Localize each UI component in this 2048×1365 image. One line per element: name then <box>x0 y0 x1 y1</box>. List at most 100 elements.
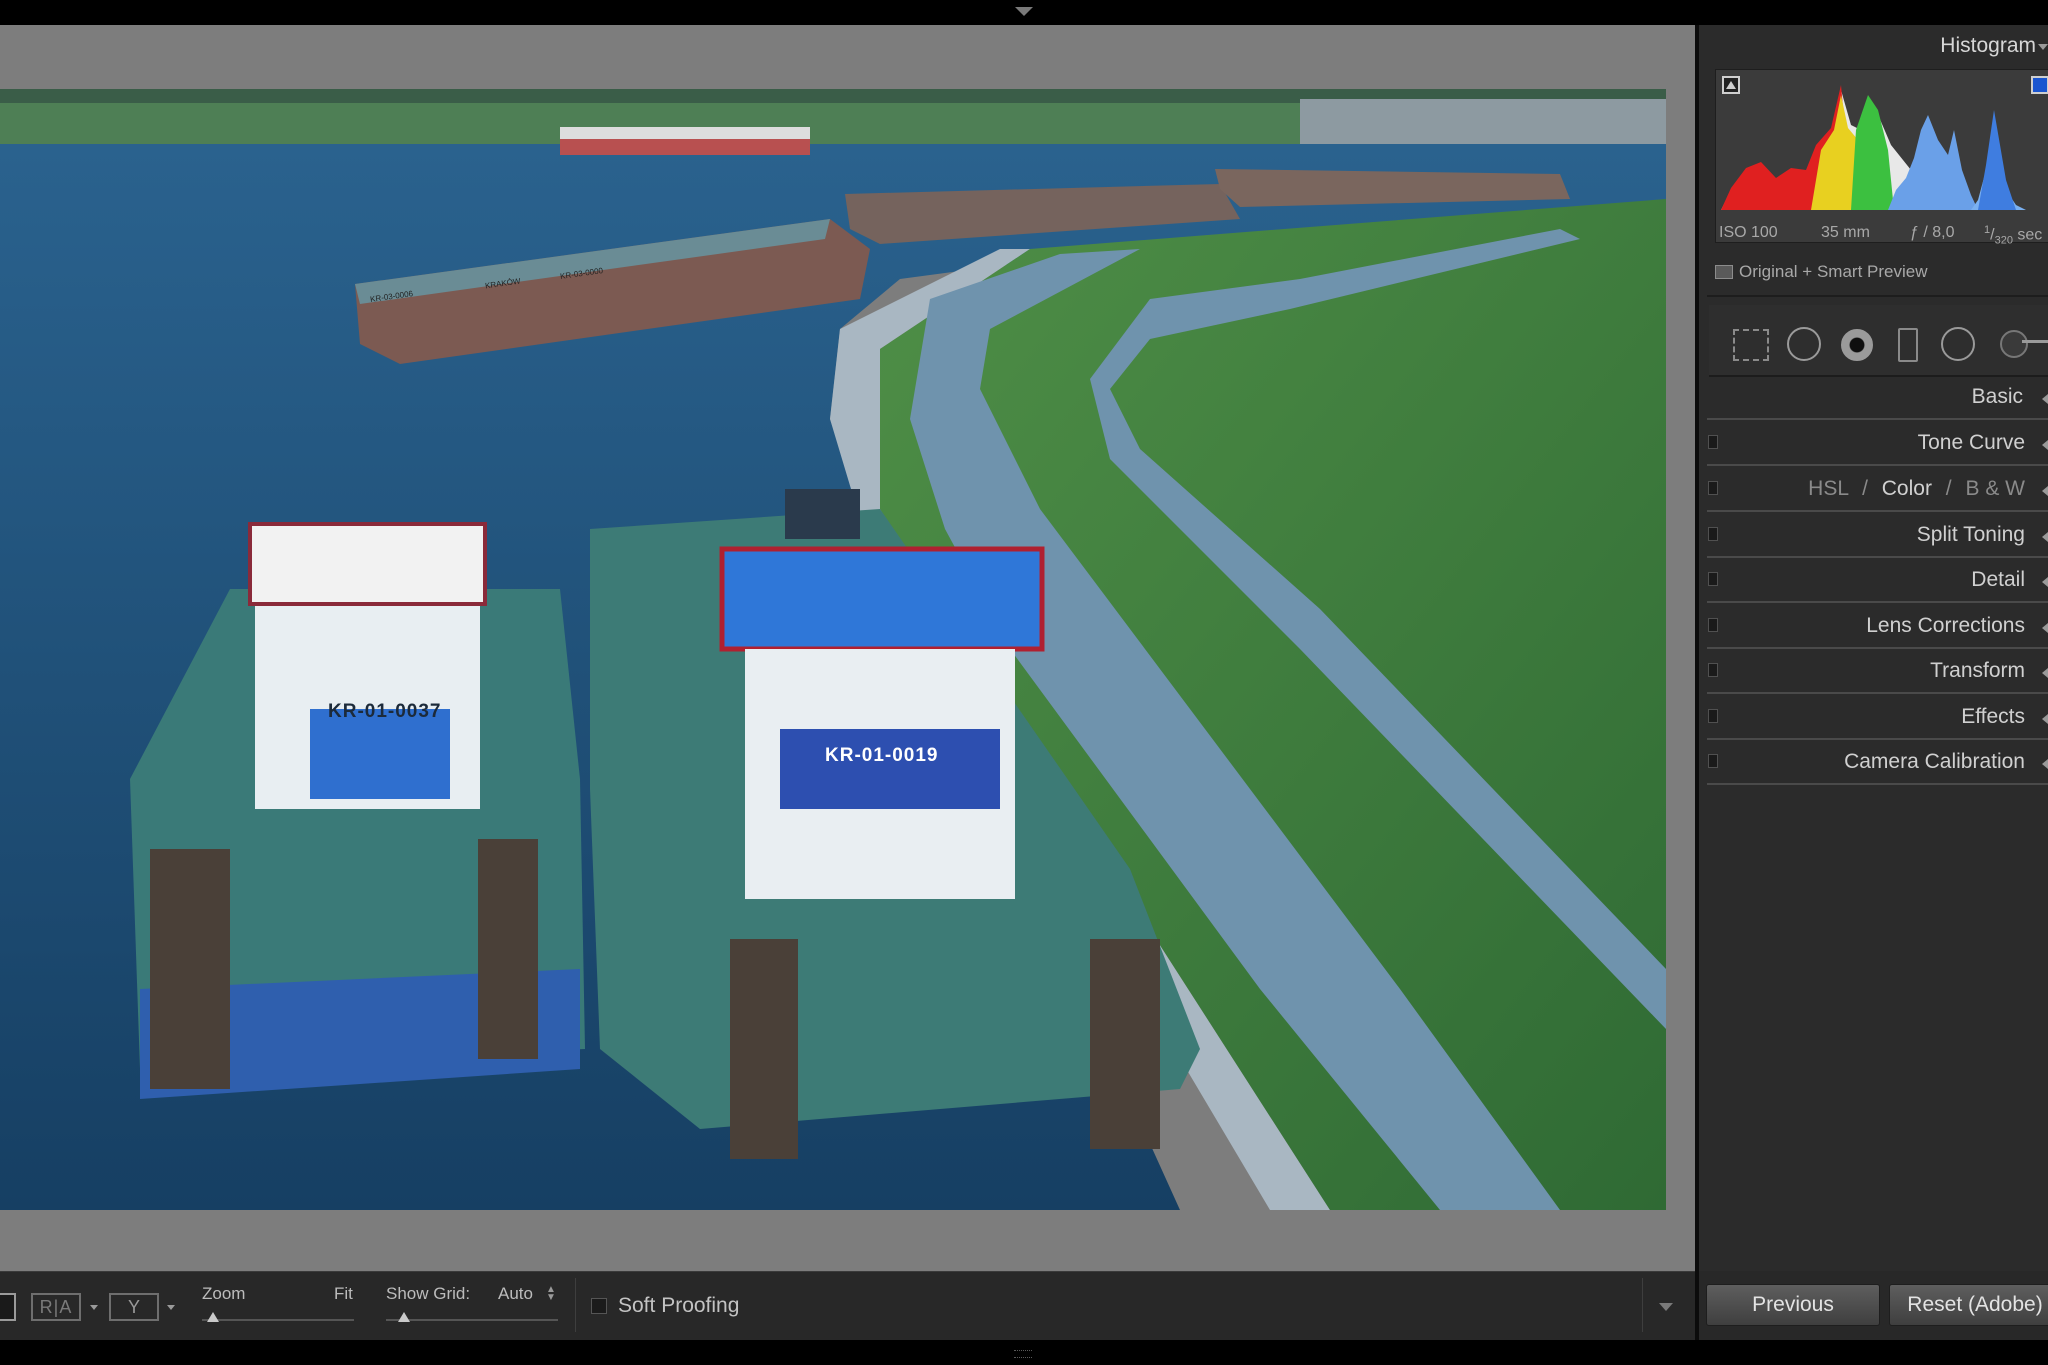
panel-split-toning[interactable]: Split Toning <box>1707 514 2048 558</box>
panel-lens-corrections-collapse-icon[interactable] <box>2042 623 2048 633</box>
color-tab[interactable]: Color <box>1882 477 1932 500</box>
top-panel-toggle-icon[interactable] <box>1015 7 1033 16</box>
panel-hsl-toggle[interactable] <box>1708 481 1718 495</box>
crop-tool-icon[interactable] <box>1733 329 1769 361</box>
hsl-tab[interactable]: HSL <box>1808 477 1848 500</box>
panel-detail-collapse-icon[interactable] <box>2042 577 2048 587</box>
panel-camera-calibration[interactable]: Camera Calibration <box>1707 741 2048 785</box>
red-eye-icon[interactable] <box>1841 329 1873 361</box>
toolbar-options-dropdown-icon[interactable] <box>1659 1303 1673 1311</box>
tool-strip-divider <box>1707 295 2048 297</box>
boat-right-registration: KR-01-0019 <box>825 745 939 766</box>
exif-aperture: ƒ / 8,0 <box>1910 224 1955 241</box>
toolbar-separator <box>1642 1278 1643 1332</box>
panel-divider-line <box>1707 738 2048 740</box>
color-separator: / <box>1945 477 1952 500</box>
panel-divider-line <box>1707 783 2048 785</box>
panel-split-toning-collapse-icon[interactable] <box>2042 532 2048 542</box>
adjustment-brush-handle <box>2022 340 2048 343</box>
graduated-filter-icon[interactable] <box>1898 328 1918 362</box>
panel-detail[interactable]: Detail <box>1707 559 2048 603</box>
panel-transform-toggle[interactable] <box>1708 663 1718 677</box>
panel-tone-curve[interactable]: Tone Curve <box>1707 422 2048 466</box>
develop-right-panel: Histogram ISO 100 35 mm ƒ / 8,0 1/320 se… <box>1699 25 2048 1271</box>
panel-hsl-collapse-icon[interactable] <box>2042 486 2048 496</box>
soft-proofing-label: Soft Proofing <box>618 1294 740 1317</box>
zoom-value[interactable]: Fit <box>334 1284 353 1304</box>
panel-divider-line <box>1707 692 2048 694</box>
smart-preview-status: Original + Smart Preview <box>1739 262 1928 281</box>
right-panel-footer: Previous Reset (Adobe) <box>1699 1271 2048 1340</box>
filmstrip-toggle-icon[interactable] <box>1014 1350 1032 1358</box>
histogram-chart <box>1716 70 2048 242</box>
panel-divider-line <box>1707 647 2048 649</box>
photo-image <box>0 89 1666 1210</box>
zoom-slider-track[interactable] <box>202 1319 354 1321</box>
panel-camera-calibration-label: Camera Calibration <box>1844 750 2025 773</box>
histogram-title[interactable]: Histogram <box>1940 34 2036 58</box>
boat-left-registration: KR-01-0037 <box>328 701 442 722</box>
histogram-collapse-icon[interactable] <box>2038 44 2048 50</box>
show-grid-stepper-icon[interactable]: ▲ ▼ <box>546 1285 556 1303</box>
spot-removal-icon[interactable] <box>1787 327 1821 361</box>
panel-lens-corrections-toggle[interactable] <box>1708 618 1718 632</box>
exif-focal-length: 35 mm <box>1821 224 1870 241</box>
show-grid-label: Show Grid: <box>386 1284 471 1303</box>
panel-transform-label: Transform <box>1930 659 2025 682</box>
hsl-separator: / <box>1862 477 1868 500</box>
before-after-swap-icon[interactable]: Y <box>109 1293 159 1321</box>
panel-basic-collapse-icon[interactable] <box>2042 394 2048 404</box>
toolbar-separator <box>575 1278 576 1332</box>
adjustment-brush-icon[interactable] <box>2000 330 2028 358</box>
panel-divider-line <box>1707 418 2048 420</box>
shadow-clipping-icon[interactable] <box>1722 76 1740 94</box>
zoom-label: Zoom <box>202 1284 246 1303</box>
panel-split-toning-label: Split Toning <box>1916 523 2025 546</box>
soft-proofing-checkbox[interactable] <box>591 1298 607 1314</box>
panel-tone-curve-label: Tone Curve <box>1917 431 2025 454</box>
photo-preview[interactable]: KR-01-0037 KR-01-0019 KR-03-0006 KRAKÓW … <box>0 89 1666 1210</box>
before-after-icon[interactable]: R|A <box>31 1293 81 1321</box>
filmstrip-bar <box>0 1340 2048 1365</box>
before-after-dropdown-icon[interactable] <box>90 1305 98 1310</box>
bottom-toolbar: R|A Y Zoom Fit Show Grid: Auto ▲ ▼ Soft P… <box>0 1271 1695 1341</box>
panel-lens-corrections[interactable]: Lens Corrections <box>1707 605 2048 649</box>
smart-preview-icon[interactable] <box>1715 265 1733 279</box>
loupe-view-icon[interactable] <box>0 1293 16 1321</box>
panel-transform[interactable]: Transform <box>1707 650 2048 694</box>
histogram-box <box>1715 69 2048 243</box>
zoom-slider-thumb[interactable] <box>207 1312 219 1322</box>
grid-slider-thumb[interactable] <box>398 1312 410 1322</box>
panel-camera-calibration-toggle[interactable] <box>1708 754 1718 768</box>
panel-effects-toggle[interactable] <box>1708 709 1718 723</box>
exif-shutter-speed: 1/320 sec <box>1984 224 2043 247</box>
panel-hsl-label: HSL / Color / B & W <box>1808 477 2025 501</box>
tool-strip <box>1709 305 2048 377</box>
grid-slider-track[interactable] <box>386 1319 558 1321</box>
highlight-clipping-icon[interactable] <box>2031 76 2048 94</box>
panel-detail-label: Detail <box>1971 568 2025 591</box>
panel-divider-line <box>1707 510 2048 512</box>
panel-transform-collapse-icon[interactable] <box>2042 668 2048 678</box>
panel-divider-line <box>1707 556 2048 558</box>
panel-tone-curve-toggle[interactable] <box>1708 435 1718 449</box>
previous-button[interactable]: Previous <box>1706 1284 1880 1326</box>
panel-detail-toggle[interactable] <box>1708 572 1718 586</box>
reset-button[interactable]: Reset (Adobe) <box>1889 1284 2048 1326</box>
panel-lens-corrections-label: Lens Corrections <box>1866 614 2025 637</box>
panel-hsl-color-bw[interactable]: HSL / Color / B & W <box>1707 468 2048 512</box>
swap-dropdown-icon[interactable] <box>167 1305 175 1310</box>
panel-effects-collapse-icon[interactable] <box>2042 714 2048 724</box>
radial-filter-icon[interactable] <box>1941 327 1975 361</box>
bw-tab[interactable]: B & W <box>1965 477 2025 500</box>
top-panel-bar <box>0 0 2048 25</box>
panel-effects[interactable]: Effects <box>1707 696 2048 740</box>
show-grid-value[interactable]: Auto <box>498 1284 533 1304</box>
panel-tone-curve-collapse-icon[interactable] <box>2042 440 2048 450</box>
panel-basic[interactable]: Basic <box>1707 376 2048 420</box>
panel-divider-line <box>1707 464 2048 466</box>
panel-split-toning-toggle[interactable] <box>1708 527 1718 541</box>
panel-basic-label: Basic <box>1971 385 2023 408</box>
panel-camera-calibration-collapse-icon[interactable] <box>2042 759 2048 769</box>
panel-effects-label: Effects <box>1961 705 2025 728</box>
